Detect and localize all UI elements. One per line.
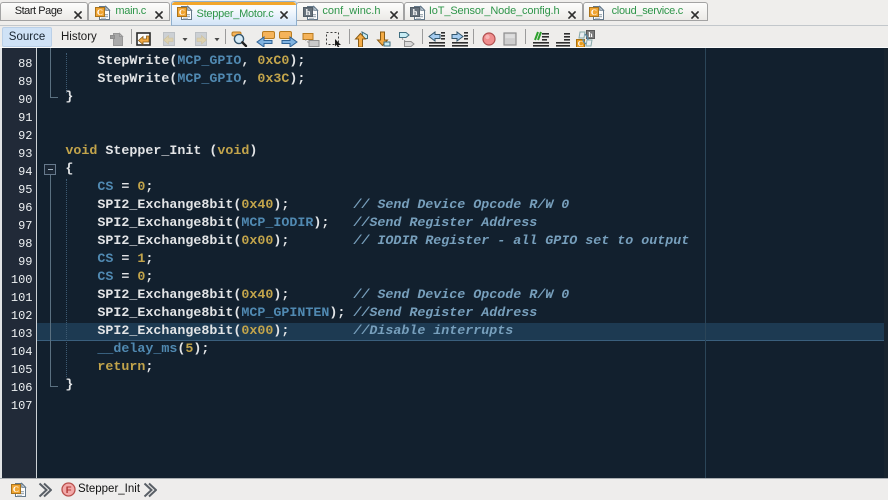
svg-text:C: C [13, 484, 19, 494]
svg-text:F: F [66, 485, 72, 496]
svg-text:C: C [178, 7, 184, 17]
svg-text:C: C [97, 7, 103, 17]
svg-text:h: h [412, 7, 417, 17]
svg-text:C: C [591, 7, 597, 17]
svg-text:h: h [306, 7, 311, 17]
